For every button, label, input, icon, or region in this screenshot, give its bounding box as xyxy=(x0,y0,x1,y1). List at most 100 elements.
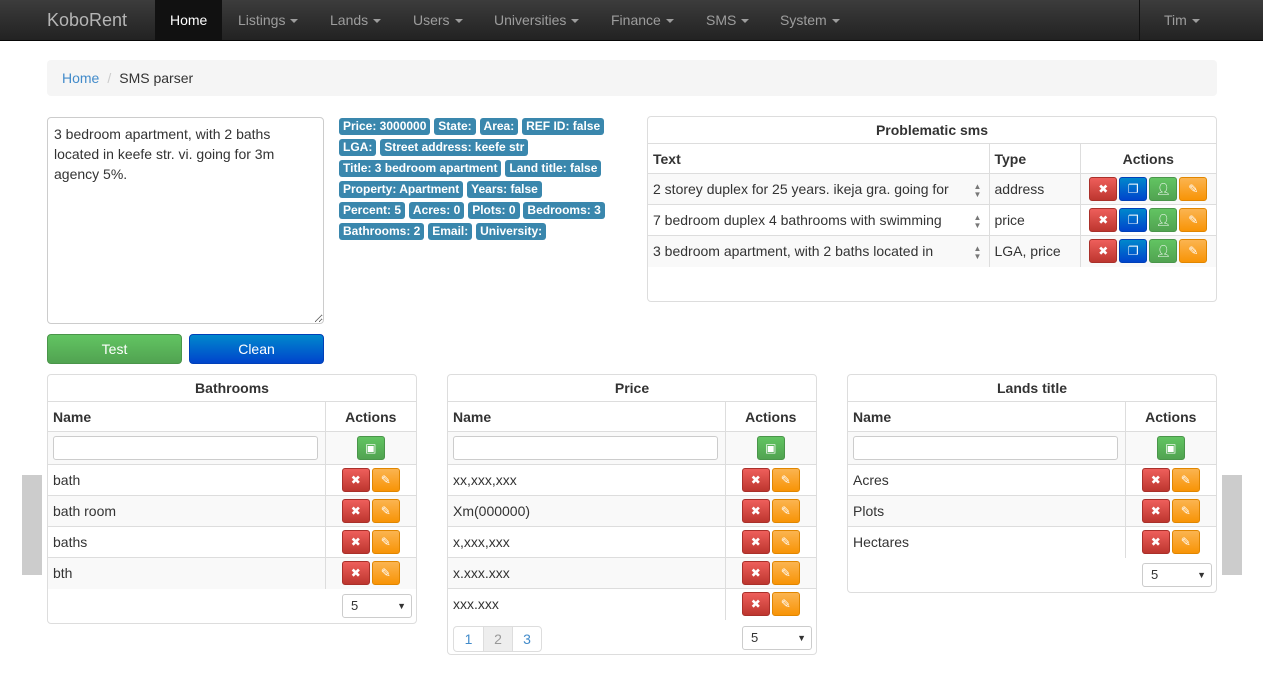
table-row: Acres ✖ ✎ xyxy=(848,464,1216,496)
save-button[interactable]: ▣ xyxy=(1156,436,1185,460)
edit-button[interactable]: ✎ xyxy=(371,561,400,586)
user-button[interactable]: 👤︎ xyxy=(1149,239,1178,264)
save-button[interactable]: ▣ xyxy=(356,436,385,460)
delete-button[interactable]: ✖ xyxy=(1089,208,1118,232)
new-bathroom-input[interactable] xyxy=(53,436,318,460)
bathrooms-table: Name Actions ▣ bath ✖ ✎ bath room ✖ ✎ baths ✖… xyxy=(48,401,416,589)
breadcrumb-home-link[interactable]: Home xyxy=(62,70,99,86)
caret-down-icon xyxy=(454,19,463,24)
delete-button[interactable]: ✖ xyxy=(741,592,770,617)
caret-down-icon xyxy=(571,19,580,24)
clean-button[interactable]: Clean xyxy=(189,334,324,364)
table-row: 7 bedroom duplex 4 bathrooms with swimmi… xyxy=(648,204,1216,236)
delete-button[interactable]: ✖ xyxy=(341,499,370,523)
edit-button[interactable]: ✎ xyxy=(371,530,400,554)
edit-button[interactable]: ✎ xyxy=(1179,208,1208,232)
close-icon: ✖ xyxy=(1150,473,1161,487)
nav-users[interactable]: Users xyxy=(398,0,478,40)
spinner-icon[interactable]: ▲ ▼ xyxy=(972,182,984,199)
close-icon: ✖ xyxy=(750,566,761,580)
delete-button[interactable]: ✖ xyxy=(1089,239,1118,264)
spinner-icon[interactable]: ▲ ▼ xyxy=(972,213,984,230)
nav-listings[interactable]: Listings xyxy=(223,0,313,40)
sms-text-cell[interactable]: 2 storey duplex for 25 years. ikeja gra.… xyxy=(648,173,989,205)
bathrooms-panel: Bathrooms Name Actions ▣ bath ✖ ✎ bath roo… xyxy=(47,374,417,624)
copy-button[interactable]: ❐ xyxy=(1119,239,1148,264)
price-panel: Price Name Actions ▣ xx,xxx,xxx ✖ ✎ Xm(000… xyxy=(447,374,817,655)
delete-button[interactable]: ✖ xyxy=(341,561,370,586)
sms-textarea[interactable]: 3 bedroom apartment, with 2 baths locate… xyxy=(47,117,324,324)
user-button[interactable]: 👤︎ xyxy=(1149,177,1178,201)
breadcrumb: Home / SMS parser xyxy=(47,60,1217,96)
edit-button[interactable]: ✎ xyxy=(371,499,400,523)
nav-finance[interactable]: Finance xyxy=(596,0,689,40)
new-land-title-input[interactable] xyxy=(853,436,1118,460)
bathrooms-title: Bathrooms xyxy=(195,380,269,396)
page-size-select[interactable]: 5 xyxy=(342,594,412,618)
col-name: Name xyxy=(848,401,1125,432)
page-2-link[interactable]: 2 xyxy=(483,627,512,651)
nav-lands[interactable]: Lands xyxy=(315,0,396,40)
new-price-input[interactable] xyxy=(453,436,718,460)
delete-button[interactable]: ✖ xyxy=(741,530,770,554)
problematic-sms-panel: Problematic sms Text Type Actions 2 stor… xyxy=(647,116,1217,302)
edit-button[interactable]: ✎ xyxy=(1171,499,1200,523)
delete-button[interactable]: ✖ xyxy=(341,530,370,554)
edit-button[interactable]: ✎ xyxy=(771,499,800,523)
table-row: baths ✖ ✎ xyxy=(48,526,416,558)
user-button[interactable]: 👤︎ xyxy=(1149,208,1178,232)
copy-button[interactable]: ❐ xyxy=(1119,177,1148,201)
delete-button[interactable]: ✖ xyxy=(1089,177,1118,201)
edit-button[interactable]: ✎ xyxy=(1179,239,1208,264)
edit-button[interactable]: ✎ xyxy=(1179,177,1208,201)
close-icon: ✖ xyxy=(350,535,361,549)
delete-button[interactable]: ✖ xyxy=(741,499,770,523)
delete-button[interactable]: ✖ xyxy=(1141,468,1170,492)
edit-icon: ✎ xyxy=(780,504,791,518)
new-entry-row: ▣ xyxy=(48,431,416,465)
delete-button[interactable]: ✖ xyxy=(341,468,370,492)
carousel-prev-handle[interactable] xyxy=(22,475,42,575)
page-3-link[interactable]: 3 xyxy=(512,627,541,651)
result-label: Bedrooms: 3 xyxy=(523,202,605,219)
nav-universities[interactable]: Universities xyxy=(479,0,594,40)
nav-system[interactable]: System xyxy=(765,0,855,40)
brand-logo[interactable]: KoboRent xyxy=(47,0,127,40)
col-name: Name xyxy=(448,401,725,432)
result-label: Area: xyxy=(479,118,519,135)
copy-icon: ❐ xyxy=(1127,213,1139,227)
page-size-select[interactable]: 5 xyxy=(1142,563,1212,587)
test-button[interactable]: Test xyxy=(47,334,182,364)
result-label: Street address: keefe str xyxy=(380,139,529,156)
page-1-link[interactable]: 1 xyxy=(454,627,483,651)
col-actions: Actions xyxy=(1079,143,1216,174)
delete-button[interactable]: ✖ xyxy=(1141,530,1170,555)
result-label: Years: false xyxy=(467,181,542,198)
actions-cell: ✖ ❐ 👤︎ ✎ xyxy=(1079,204,1216,236)
delete-button[interactable]: ✖ xyxy=(741,561,770,585)
edit-button[interactable]: ✎ xyxy=(1171,530,1200,555)
nav-sms[interactable]: SMS xyxy=(691,0,764,40)
delete-button[interactable]: ✖ xyxy=(1141,499,1170,523)
page-size-select[interactable]: 5 xyxy=(742,626,812,650)
edit-button[interactable]: ✎ xyxy=(771,592,800,617)
edit-button[interactable]: ✎ xyxy=(1171,468,1200,492)
col-actions: Actions xyxy=(324,401,416,432)
save-button[interactable]: ▣ xyxy=(756,436,785,460)
sms-text-cell[interactable]: 7 bedroom duplex 4 bathrooms with swimmi… xyxy=(648,204,989,236)
copy-button[interactable]: ❐ xyxy=(1119,208,1148,232)
nav-user-menu[interactable]: Tim xyxy=(1139,0,1263,40)
nav-home[interactable]: Home xyxy=(155,0,223,40)
carousel-next-handle[interactable] xyxy=(1222,475,1242,575)
breadcrumb-current: SMS parser xyxy=(119,70,194,86)
edit-button[interactable]: ✎ xyxy=(371,468,400,492)
delete-button[interactable]: ✖ xyxy=(741,468,770,492)
caret-down-icon xyxy=(665,19,674,24)
edit-button[interactable]: ✎ xyxy=(771,468,800,492)
result-label: Land title: false xyxy=(505,160,602,177)
edit-button[interactable]: ✎ xyxy=(771,561,800,585)
spinner-icon[interactable]: ▲ ▼ xyxy=(972,244,984,261)
pagination: 1 2 3 xyxy=(453,626,542,652)
sms-text-cell[interactable]: 3 bedroom apartment, with 2 baths locate… xyxy=(648,235,989,267)
edit-button[interactable]: ✎ xyxy=(771,530,800,554)
